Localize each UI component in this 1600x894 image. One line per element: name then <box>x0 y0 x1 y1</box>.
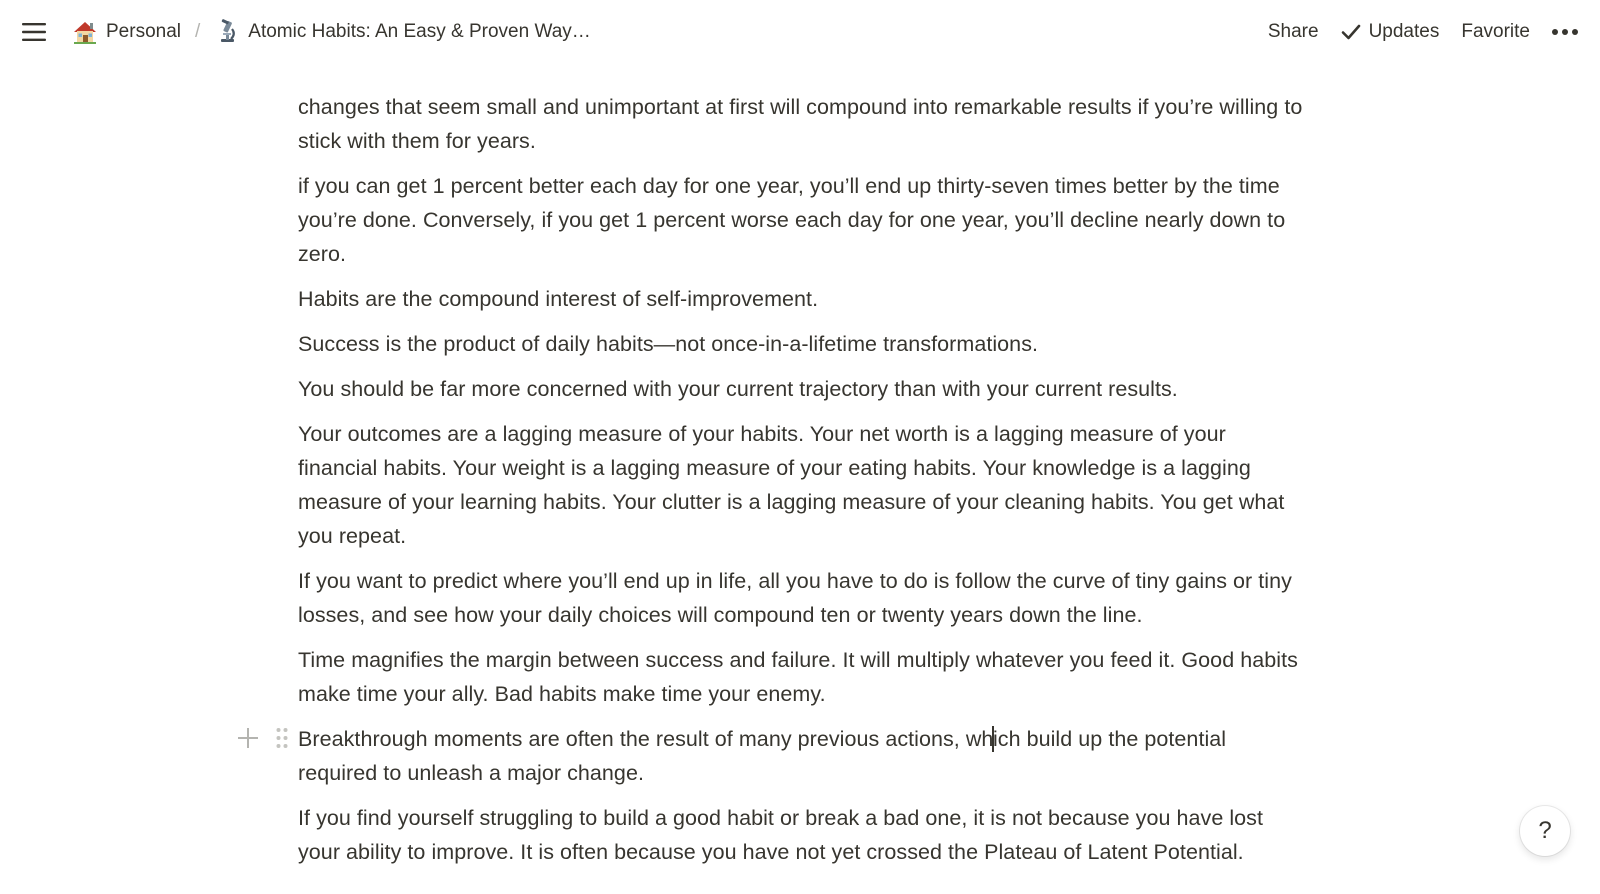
breadcrumb-label: Personal <box>106 21 181 42</box>
block-handles <box>236 725 294 751</box>
more-options-icon[interactable] <box>1548 23 1582 41</box>
text-block[interactable]: Habits are the compound interest of self… <box>298 282 1308 316</box>
updates-button[interactable]: Updates <box>1333 17 1448 47</box>
text-block[interactable]: You should be far more concerned with yo… <box>298 372 1308 406</box>
active-text-block[interactable]: Breakthrough moments are often the resul… <box>238 722 1308 790</box>
page-content: changes that seem small and unimportant … <box>238 90 1308 880</box>
house-icon <box>72 19 98 45</box>
text-block[interactable]: If you find yourself struggling to build… <box>298 801 1308 869</box>
breadcrumb-item-personal[interactable]: Personal <box>68 17 185 47</box>
microscope-icon <box>214 19 240 45</box>
breadcrumb-separator: / <box>195 21 201 42</box>
top-bar: Personal / Atomic Habits: An Easy & Prov… <box>0 0 1600 64</box>
text-block[interactable]: Your outcomes are a lagging measure of y… <box>298 417 1308 553</box>
sidebar-menu-icon[interactable] <box>20 18 48 46</box>
share-label: Share <box>1267 21 1319 42</box>
text-before-caret: Breakthrough moments are often the resul… <box>298 727 994 751</box>
text-block[interactable]: if you can get 1 percent better each day… <box>298 169 1308 271</box>
drag-handle-icon[interactable] <box>270 725 294 751</box>
text-block[interactable]: If you want to predict where you’ll end … <box>298 564 1308 632</box>
dot <box>1552 29 1558 35</box>
favorite-button[interactable]: Favorite <box>1453 17 1538 47</box>
dot <box>1572 29 1578 35</box>
dot <box>1562 29 1568 35</box>
favorite-label: Favorite <box>1461 21 1530 42</box>
topbar-actions: Share Updates Favorite <box>1254 17 1582 47</box>
help-button[interactable]: ? <box>1520 806 1570 856</box>
add-block-icon[interactable] <box>236 725 260 751</box>
text-block[interactable]: Time magnifies the margin between succes… <box>298 643 1308 711</box>
breadcrumb-item-atomic-habits[interactable]: Atomic Habits: An Easy & Proven Way… <box>210 17 594 47</box>
checkmark-icon <box>1341 23 1361 41</box>
breadcrumb: Personal / Atomic Habits: An Easy & Prov… <box>68 17 595 47</box>
updates-label: Updates <box>1368 21 1440 42</box>
share-button[interactable]: Share <box>1260 17 1327 47</box>
breadcrumb-label: Atomic Habits: An Easy & Proven Way… <box>248 21 591 42</box>
text-block[interactable]: Success is the product of daily habits—n… <box>298 327 1308 361</box>
text-block[interactable]: changes that seem small and unimportant … <box>298 90 1308 158</box>
